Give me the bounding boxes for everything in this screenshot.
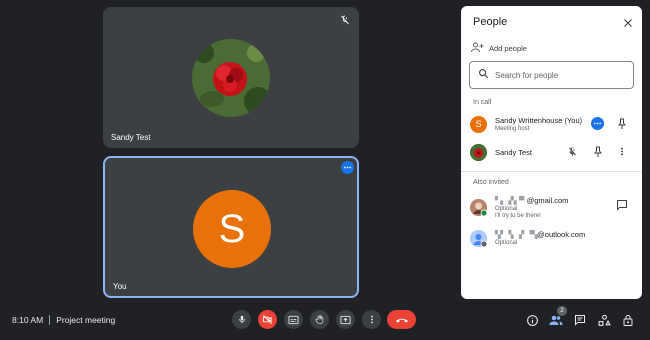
person-add-icon [471,42,484,55]
mic-off-icon[interactable] [566,145,579,158]
participant-tile-sandy-test[interactable]: Sandy Test [103,7,359,148]
camera-off-button[interactable] [258,310,277,329]
more-vert-icon[interactable] [615,145,628,158]
rsvp-note: I'll try to be there! [495,212,541,219]
host-controls-icon[interactable] [621,313,635,327]
more-options-button[interactable] [591,117,604,130]
meeting-info: 8:10 AM Project meeting [12,315,115,325]
avatar [470,229,487,247]
pin-icon[interactable] [615,117,628,130]
add-people-label: Add people [489,44,527,53]
add-people-button[interactable]: Add people [471,42,527,55]
chat-icon[interactable] [573,313,587,327]
avatar: S [470,115,487,133]
meeting-name: Project meeting [56,315,116,325]
more-options-button[interactable] [362,310,381,329]
captions-button[interactable] [284,310,303,329]
participant-name: Sandy Test [111,133,151,142]
participant-tile-you[interactable]: S You [103,156,359,298]
chat-icon[interactable] [615,198,628,211]
close-icon[interactable] [622,16,634,28]
raise-hand-button[interactable] [310,310,329,329]
search-input[interactable] [495,70,625,80]
end-call-button[interactable] [387,310,416,329]
pin-icon[interactable] [591,145,604,158]
avatar [470,143,487,161]
participant-name: You [113,282,127,291]
divider [49,315,51,325]
participant-role: Optional [495,240,518,246]
list-item[interactable]: ▘▖▗▚▝▘@gmail.com Optional I'll try to be… [470,192,636,222]
panel-title: People [473,16,508,28]
info-icon[interactable] [525,313,539,327]
search-icon [478,66,489,84]
more-options-button[interactable] [341,161,354,174]
mic-button[interactable] [232,310,251,329]
participant-email: ▚▘▝▖▗▘▝▚@outlook.com [495,230,586,239]
clock-time: 8:10 AM [12,315,44,325]
list-item[interactable]: S Sandy Writtenhouse (You) Meeting host [470,112,636,136]
in-call-label: In call [473,99,492,106]
people-panel: People Add people In call S Sandy Writte… [461,6,642,299]
mic-off-icon [339,13,351,25]
avatar: S [193,190,271,268]
present-button[interactable] [336,310,355,329]
people-count-badge: 2 [557,306,567,316]
divider [461,171,642,172]
list-item[interactable]: ▚▘▝▖▗▘▝▚@outlook.com Optional [470,225,636,251]
activities-icon[interactable] [597,313,611,327]
avatar [470,198,487,216]
bottom-toolbar: 8:10 AM Project meeting 2 [0,303,650,340]
list-item[interactable]: Sandy Test [470,140,636,164]
also-invited-label: Also invited [473,179,509,186]
participant-avatar-flower [192,39,270,117]
search-field[interactable] [469,61,634,89]
